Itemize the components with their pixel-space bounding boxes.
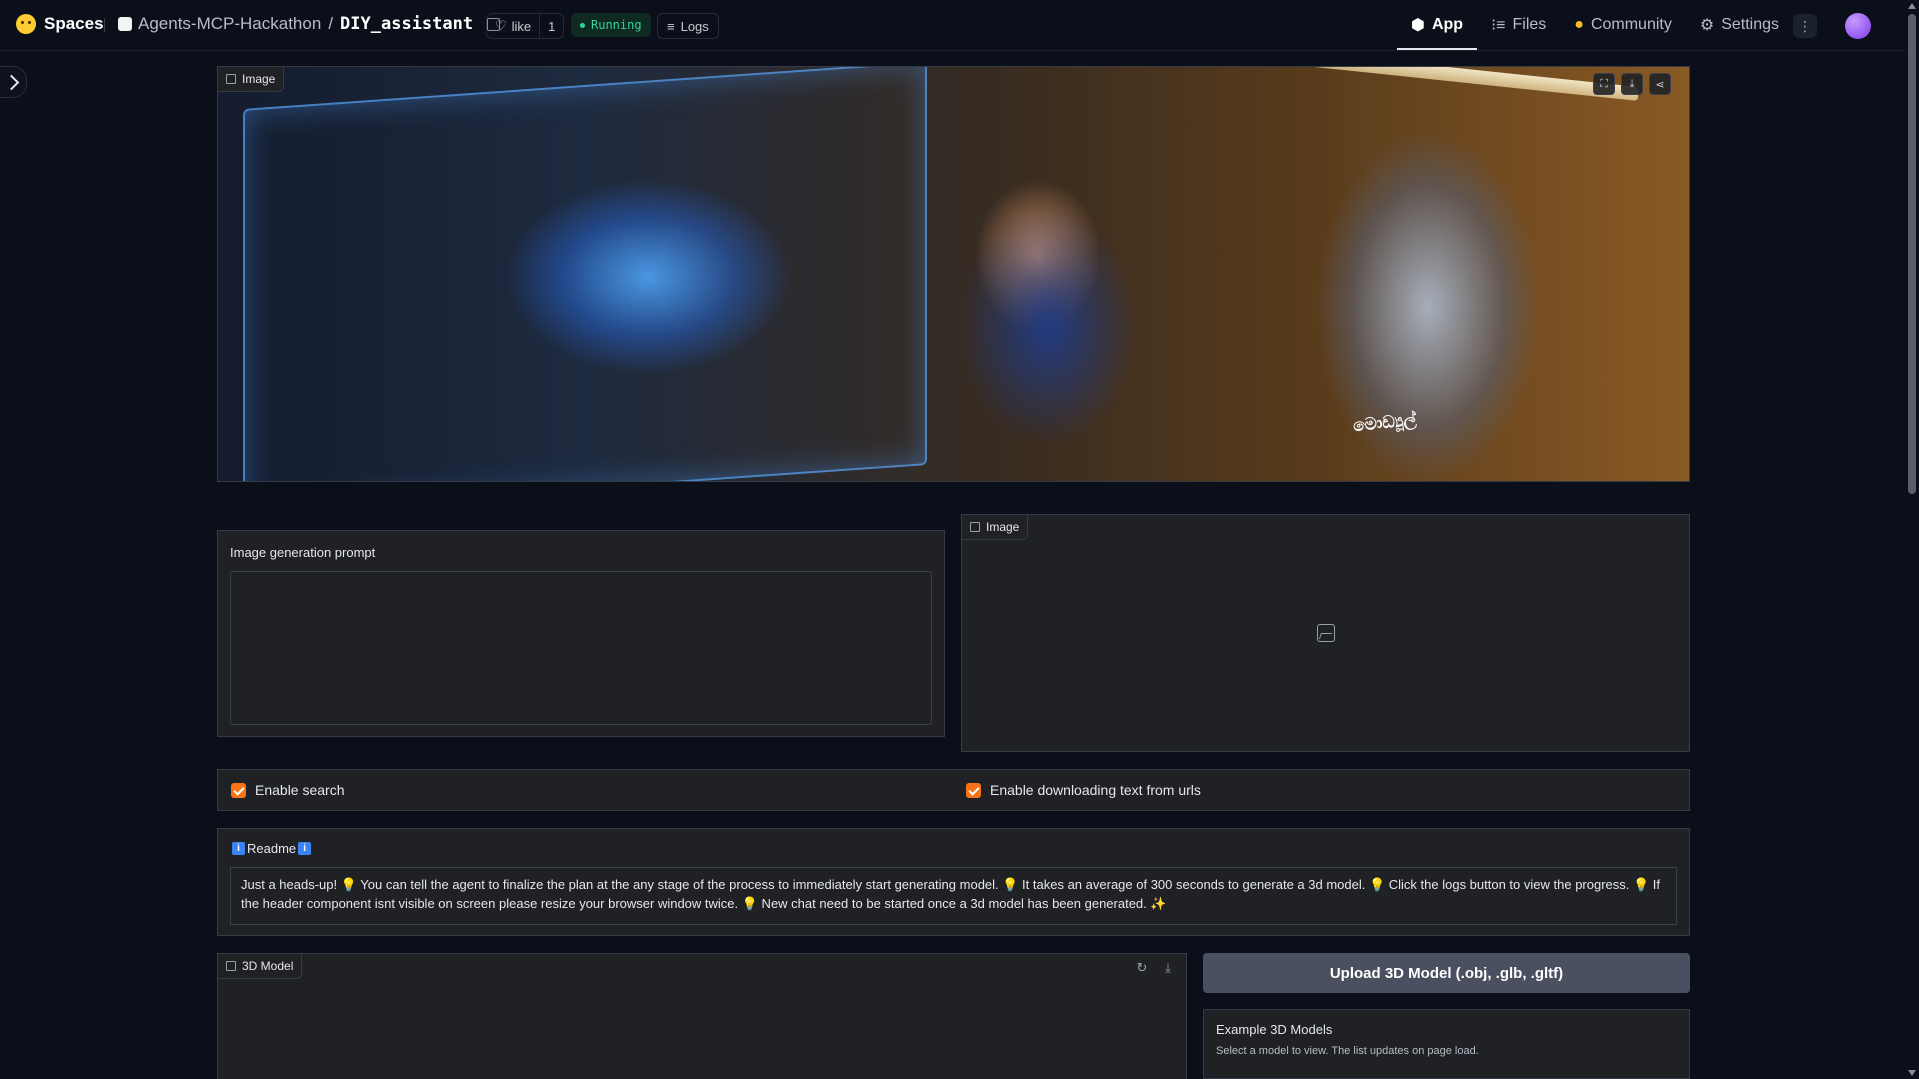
repo-name-link[interactable]: DIY_assistant [340, 14, 473, 34]
model-toolbar: ↻ ⤓ [1132, 958, 1178, 978]
robot-chest-text: මොඩ්‍යූල් [1352, 409, 1418, 436]
user-avatar[interactable] [1845, 13, 1871, 39]
prompt-textarea[interactable] [230, 571, 932, 725]
info-icon: i [298, 842, 312, 855]
like-label: like [511, 18, 532, 34]
huggingface-logo-icon [16, 14, 36, 34]
info-icon: i [232, 842, 245, 855]
readme-title-text: Readme [247, 841, 297, 856]
image-label: Image [218, 67, 285, 92]
file-icon [226, 961, 236, 971]
examples-description: Select a model to view. The list updates… [1216, 1045, 1479, 1057]
sidebar-toggle-button[interactable] [0, 66, 27, 98]
status-badge: Running [571, 13, 651, 37]
enable-search-label: Enable search [255, 782, 345, 798]
tab-community[interactable]: ● Community [1560, 0, 1686, 50]
logs-button[interactable]: ≡ Logs [657, 13, 719, 39]
breadcrumb: Agents-MCP-Hackathon / DIY_assistant [118, 14, 501, 34]
files-icon: ⁝≡ [1491, 17, 1506, 34]
image-toolbar: ⛶ ⤓ ⋖ [1593, 73, 1671, 95]
org-avatar-icon [118, 17, 132, 31]
community-icon: ● [1574, 16, 1584, 33]
image-icon [226, 74, 236, 84]
model-label: 3D Model [218, 954, 303, 979]
reset-icon[interactable]: ↻ [1132, 958, 1152, 978]
tab-community-label: Community [1590, 16, 1672, 33]
heart-icon: ♡ [495, 18, 507, 33]
options-row: Enable search Enable downloading text fr… [217, 769, 1690, 811]
examples-title: Example 3D Models [1216, 1022, 1333, 1037]
checkbox-checked-icon[interactable] [231, 782, 246, 798]
status-text: Running [591, 18, 642, 32]
like-count: 1 [548, 18, 556, 34]
space-nav: ⬢ App ⁝≡ Files ● Community ⚙ Settings [1396, 0, 1793, 50]
logs-label: Logs [680, 18, 709, 34]
image-placeholder-icon [1317, 624, 1335, 642]
prompt-label: Image generation prompt [230, 545, 376, 560]
tab-app-label: App [1431, 16, 1464, 33]
prompt-panel: Image generation prompt [217, 530, 945, 737]
org-link[interactable]: Agents-MCP-Hackathon [138, 14, 321, 34]
model-label-text: 3D Model [242, 959, 294, 973]
gear-icon: ⚙ [1699, 17, 1715, 34]
status-dot-icon [580, 22, 585, 28]
share-icon[interactable]: ⋖ [1649, 73, 1671, 95]
image-label-text: Image [242, 72, 276, 86]
output-image-label-text: Image [986, 520, 1020, 534]
image-icon [970, 522, 980, 532]
cube-icon: ⬢ [1410, 17, 1425, 34]
enable-download-checkbox[interactable]: Enable downloading text from urls [966, 782, 1201, 798]
tab-app[interactable]: ⬢ App [1396, 0, 1478, 50]
lamp-decoration [1258, 67, 1638, 101]
more-options-icon[interactable]: ⋮ [1793, 14, 1817, 38]
hologram-decoration [243, 67, 927, 481]
breadcrumb-separator: / [328, 14, 334, 33]
enable-search-checkbox[interactable]: Enable search [231, 782, 345, 798]
example-models-panel: Example 3D Models Select a model to view… [1203, 1009, 1690, 1079]
tab-files[interactable]: ⁝≡ Files [1477, 0, 1560, 50]
upload-3d-model-button[interactable]: Upload 3D Model (.obj, .glb, .gltf) [1203, 953, 1690, 993]
output-image-panel: Image [961, 514, 1690, 752]
model-viewer-panel: 3D Model ↻ ⤓ [217, 953, 1187, 1079]
top-bar: Spaces Agents-MCP-Hackathon / DIY_assist… [0, 0, 1905, 51]
like-button[interactable]: ♡ like 1 [486, 13, 565, 39]
readme-panel: i Readme i Just a heads-up! 💡 You can te… [217, 828, 1690, 936]
tab-settings[interactable]: ⚙ Settings [1686, 0, 1793, 50]
scroll-down-icon[interactable] [1908, 1070, 1916, 1076]
divider [104, 18, 105, 32]
checkbox-checked-icon[interactable] [966, 782, 981, 798]
scroll-thumb[interactable] [1908, 14, 1916, 494]
output-image-label: Image [962, 515, 1029, 540]
readme-title: i Readme i [232, 841, 312, 856]
scroll-up-icon[interactable] [1908, 3, 1916, 9]
fullscreen-icon[interactable]: ⛶ [1593, 73, 1615, 95]
chevron-right-icon [3, 74, 19, 90]
brand-name: Spaces [44, 14, 104, 33]
tab-settings-label: Settings [1721, 16, 1779, 33]
hero-image: Image මොඩ්‍යූල් ⛶ ⤓ ⋖ [217, 66, 1690, 482]
logs-icon: ≡ [667, 18, 675, 34]
scrollbar[interactable] [1905, 0, 1919, 1079]
download-icon[interactable]: ⤓ [1621, 73, 1643, 95]
readme-text: Just a heads-up! 💡 You can tell the agen… [230, 867, 1677, 925]
download-icon[interactable]: ⤓ [1158, 958, 1178, 978]
spaces-brand[interactable]: Spaces [16, 14, 104, 34]
enable-download-label: Enable downloading text from urls [990, 782, 1201, 798]
tab-files-label: Files [1512, 16, 1547, 33]
